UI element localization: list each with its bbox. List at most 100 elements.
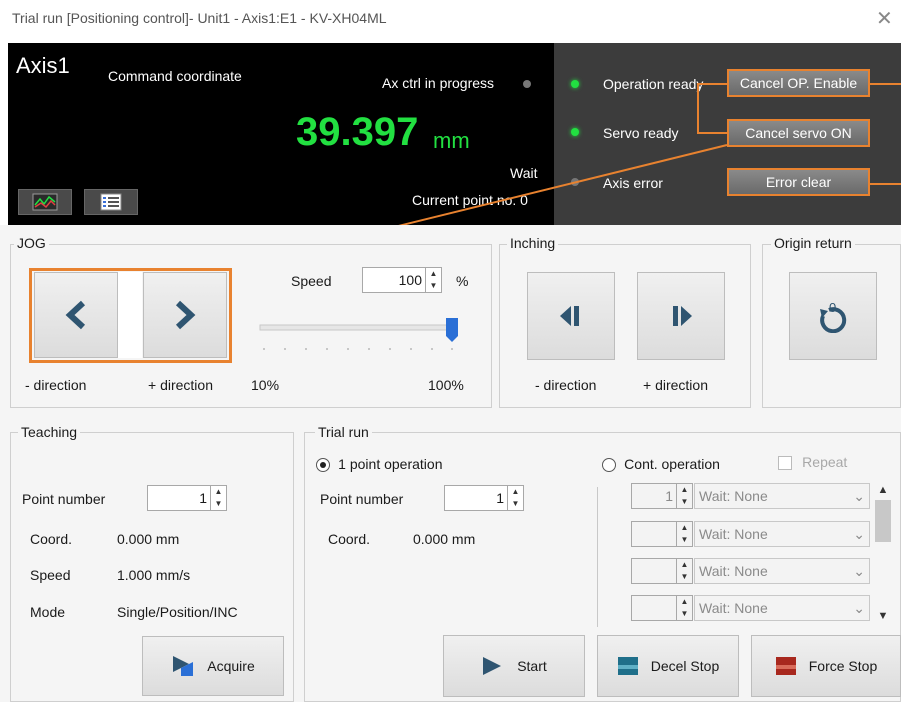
acquire-icon	[173, 656, 198, 676]
spin-arrows-icon[interactable]: ▲ ▼	[676, 596, 692, 620]
servo-ready-lamp	[571, 128, 579, 136]
decel-stop-label: Decel Stop	[650, 658, 720, 674]
teaching-title: Teaching	[18, 424, 81, 440]
close-icon[interactable]: ✕	[876, 6, 893, 31]
chevron-down-icon: ⌄	[853, 599, 865, 616]
cancel-servo-on-button[interactable]: Cancel servo ON	[727, 119, 870, 147]
speed-unit: %	[456, 273, 469, 289]
cont-row-num: 1	[665, 488, 673, 504]
spin-arrows-icon[interactable]: ▲ ▼	[676, 484, 692, 508]
cancel-op-enable-button[interactable]: Cancel OP. Enable	[727, 69, 870, 97]
origin-return-button[interactable]: 0	[789, 272, 877, 360]
jog-plus-button[interactable]	[143, 272, 227, 358]
one-point-radio[interactable]: 1 point operation	[316, 456, 442, 473]
repeat-checkbox[interactable]: Repeat	[778, 454, 847, 471]
inching-title: Inching	[507, 235, 559, 251]
spin-arrows-icon[interactable]: ▲ ▼	[676, 522, 692, 546]
cont-row-stepper[interactable]: ▲ ▼	[631, 521, 693, 547]
teaching-mode-label: Mode	[30, 604, 66, 620]
jog-minus-button[interactable]	[34, 272, 118, 358]
cont-row-wait-select[interactable]: Wait: None ⌄	[694, 595, 870, 621]
list-icon	[100, 193, 122, 211]
cont-operation-radio[interactable]: Cont. operation	[602, 456, 720, 473]
force-stop-button[interactable]: Force Stop	[751, 635, 901, 697]
play-icon	[483, 657, 502, 675]
repeat-label: Repeat	[802, 454, 848, 470]
one-point-label: 1 point operation	[338, 456, 443, 472]
origin-return-icon: 0	[820, 300, 847, 333]
teaching-point-label: Point number	[22, 491, 106, 507]
operation-ready-label: Operation ready	[603, 76, 704, 92]
graph-button[interactable]	[18, 189, 72, 215]
ax-ctrl-label: Ax ctrl in progress	[382, 75, 495, 91]
cont-operation-label: Cont. operation	[624, 456, 720, 472]
teaching-point-stepper[interactable]: 1 ▲ ▼	[147, 485, 227, 511]
slider-thumb	[446, 318, 458, 342]
coord-type-label: Command coordinate	[108, 68, 242, 84]
inching-minus-button[interactable]	[527, 272, 615, 360]
speed-stepper[interactable]: 100 ▲ ▼	[362, 267, 442, 293]
cont-row-stepper[interactable]: 1 ▲ ▼	[631, 483, 693, 509]
spin-arrows-icon[interactable]: ▲ ▼	[507, 486, 523, 510]
jog-gap	[118, 272, 142, 358]
cont-row-wait-select[interactable]: Wait: None ⌄	[694, 558, 870, 584]
chevron-down-icon: ⌄	[853, 562, 865, 579]
cont-scrollbar[interactable]: ▲ ▼	[874, 484, 892, 622]
error-clear-button[interactable]: Error clear	[727, 168, 870, 196]
decel-stop-icon	[617, 657, 638, 675]
force-stop-label: Force Stop	[808, 658, 878, 674]
cont-row-wait: Wait: None	[699, 526, 768, 542]
scroll-up-icon[interactable]: ▲	[874, 484, 892, 496]
jog-title: JOG	[14, 235, 49, 251]
cont-row-wait-select[interactable]: Wait: None ⌄	[694, 483, 870, 509]
ax-ctrl-indicator	[523, 80, 531, 88]
checkbox-icon[interactable]	[778, 456, 792, 471]
scroll-thumb[interactable]	[875, 500, 891, 542]
trial-point-label: Point number	[320, 491, 404, 507]
cont-row-stepper[interactable]: ▲ ▼	[631, 595, 693, 621]
cont-row-wait: Wait: None	[699, 488, 768, 504]
acquire-label: Acquire	[207, 658, 255, 674]
trial-run-title: Trial run	[315, 424, 372, 440]
chevron-down-icon: ⌄	[853, 487, 865, 504]
inching-plus-label: + direction	[643, 377, 708, 393]
radio-icon[interactable]	[602, 458, 616, 473]
speed-slider[interactable]	[256, 314, 466, 354]
origin-title: Origin return	[771, 235, 855, 251]
trial-point-value: 1	[496, 490, 504, 506]
cont-row-wait: Wait: None	[699, 600, 768, 616]
trial-coord-value: 0.000 mm	[413, 531, 476, 547]
window-title: Trial run [Positioning control]- Unit1 -…	[12, 10, 387, 26]
scroll-down-icon[interactable]: ▼	[874, 610, 892, 622]
operation-ready-lamp	[571, 80, 579, 88]
cont-row-wait: Wait: None	[699, 563, 768, 579]
force-stop-icon	[775, 657, 796, 675]
teaching-speed-value: 1.000 mm/s	[117, 567, 191, 583]
jog-minus-label: - direction	[25, 377, 87, 393]
acquire-button[interactable]: Acquire	[142, 636, 284, 696]
radio-selected-icon[interactable]	[316, 458, 330, 473]
chevron-left-icon	[65, 300, 86, 330]
start-button[interactable]: Start	[443, 635, 585, 697]
trial-point-stepper[interactable]: 1 ▲ ▼	[444, 485, 524, 511]
spin-arrows-icon[interactable]: ▲ ▼	[425, 268, 441, 292]
coord-unit: mm	[433, 128, 470, 153]
axis-error-lamp	[571, 178, 579, 186]
jog-plus-label: + direction	[148, 377, 213, 393]
inching-plus-button[interactable]	[637, 272, 725, 360]
trial-coord-label: Coord.	[328, 531, 371, 547]
cont-row-stepper[interactable]: ▲ ▼	[631, 558, 693, 584]
axis-error-label: Axis error	[603, 175, 663, 191]
spin-arrows-icon[interactable]: ▲ ▼	[210, 486, 226, 510]
spin-arrows-icon[interactable]: ▲ ▼	[676, 559, 692, 583]
wait-status: Wait	[510, 165, 538, 181]
inching-minus-label: - direction	[535, 377, 597, 393]
decel-stop-button[interactable]: Decel Stop	[597, 635, 739, 697]
speed-value: 100	[398, 272, 422, 288]
current-point: Current point no. 0	[412, 192, 528, 208]
list-button[interactable]	[84, 189, 138, 215]
teaching-coord-label: Coord.	[30, 531, 73, 547]
speed-label: Speed	[291, 273, 332, 289]
speed-max-label: 100%	[428, 377, 464, 393]
cont-row-wait-select[interactable]: Wait: None ⌄	[694, 521, 870, 547]
